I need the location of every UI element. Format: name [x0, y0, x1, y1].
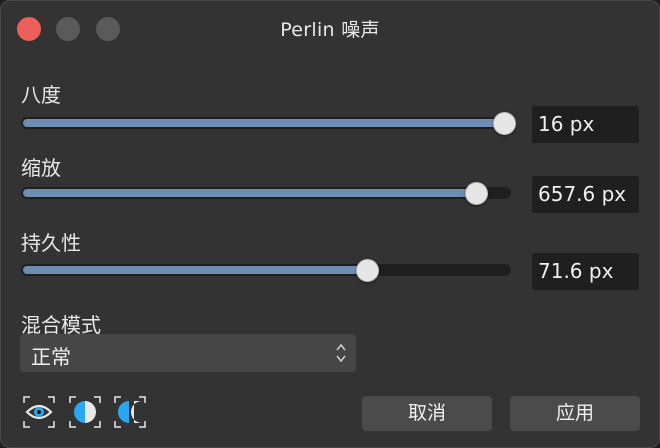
- eye-icon[interactable]: [23, 396, 55, 428]
- perlin-noise-dialog: Perlin 噪声 八度 16 px 缩放 657.6 px 持久性 71.6 …: [0, 0, 660, 448]
- persistence-value-field[interactable]: 71.6 px: [532, 253, 639, 290]
- octaves-slider-fill: [23, 119, 504, 127]
- persistence-slider-fill: [23, 266, 368, 274]
- scale-label: 缩放: [21, 156, 61, 180]
- apply-button[interactable]: 应用: [510, 396, 640, 431]
- blend-mode-value: 正常: [31, 345, 71, 369]
- scale-slider-knob[interactable]: [464, 182, 488, 205]
- persistence-label: 持久性: [21, 231, 81, 255]
- scale-slider[interactable]: [21, 182, 511, 205]
- octaves-value-field[interactable]: 16 px: [532, 106, 639, 143]
- titlebar: Perlin 噪声: [1, 1, 659, 53]
- scale-value-field[interactable]: 657.6 px: [532, 176, 639, 213]
- cancel-button[interactable]: 取消: [362, 396, 492, 431]
- octaves-slider-knob[interactable]: [493, 112, 516, 135]
- window-title: Perlin 噪声: [280, 19, 380, 41]
- octaves-slider[interactable]: [21, 112, 516, 135]
- octaves-label: 八度: [21, 83, 61, 107]
- persistence-slider[interactable]: [21, 259, 511, 282]
- split-view-icon[interactable]: [69, 396, 101, 428]
- blend-mode-select[interactable]: 正常: [20, 334, 356, 372]
- persistence-slider-knob[interactable]: [356, 259, 380, 282]
- updown-arrows-icon: [336, 343, 346, 363]
- mirror-split-icon[interactable]: [114, 396, 146, 428]
- scale-slider-fill: [23, 189, 476, 197]
